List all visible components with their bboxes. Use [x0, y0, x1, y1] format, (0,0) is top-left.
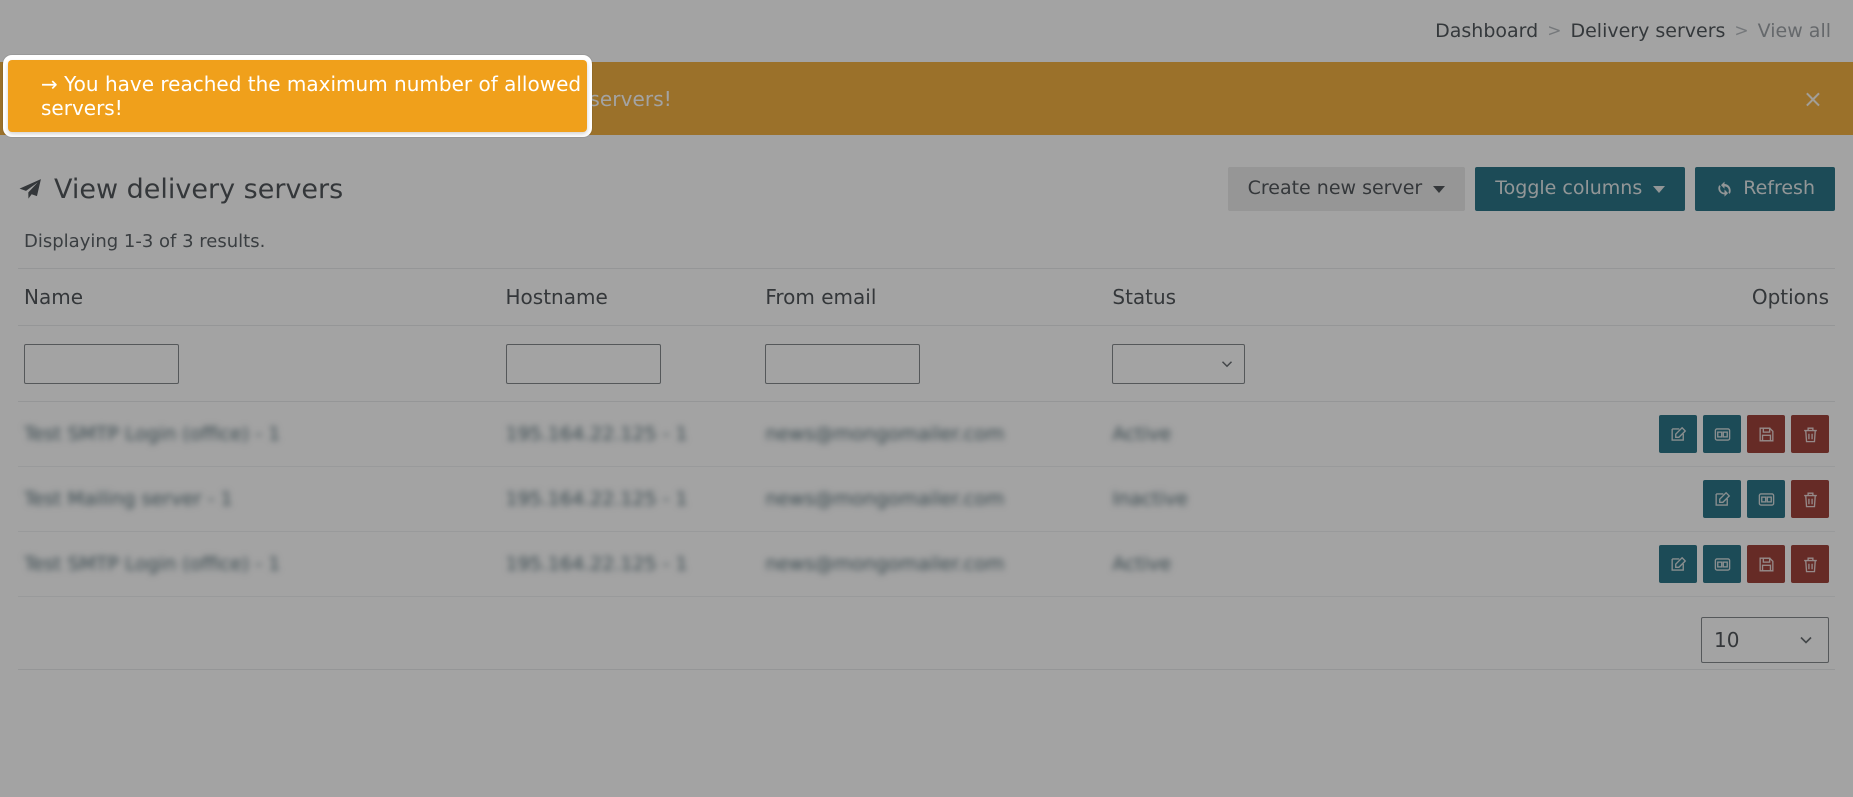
chevron-down-icon [1433, 185, 1446, 193]
delete-icon[interactable] [1791, 480, 1829, 518]
cell-from-email: news@mongomailer.com [759, 531, 1107, 597]
cell-name: Test SMTP Login (office) - 1 [18, 401, 500, 467]
create-new-server-label: Create new server [1247, 177, 1423, 200]
status-badge: Active [1112, 423, 1172, 445]
status-filter-select[interactable] [1112, 343, 1246, 384]
breadcrumb-separator: > [1547, 21, 1562, 41]
page-size-select[interactable]: 10 [1701, 617, 1829, 663]
results-count: Displaying 1-3 of 3 results. [24, 231, 266, 252]
filter-cell-hostname [499, 325, 760, 402]
column-header-name[interactable]: Name [18, 268, 500, 326]
column-header-hostname[interactable]: Hostname [499, 268, 760, 326]
delete-icon[interactable] [1791, 545, 1829, 583]
server-from-email: news@mongomailer.com [765, 423, 1005, 445]
column-header-options: Options [1542, 268, 1835, 326]
table-header-row: Name Hostname From email Status Options [18, 268, 1835, 326]
page-size-value: 10 [1714, 628, 1740, 652]
breadcrumb-item-delivery-servers[interactable]: Delivery servers [1570, 20, 1725, 42]
close-icon[interactable]: × [1803, 87, 1823, 111]
cell-status: Active [1106, 531, 1543, 597]
table-row: Test SMTP Login (office) - 1 195.164.22.… [18, 531, 1835, 597]
copy-icon[interactable] [1703, 545, 1741, 583]
save-icon[interactable] [1747, 415, 1785, 453]
edit-icon[interactable] [1703, 480, 1741, 518]
pagination-controls: 10 [18, 597, 1835, 663]
cell-options [1542, 466, 1835, 532]
refresh-button[interactable]: Refresh [1695, 167, 1835, 211]
panel-header: View delivery servers Create new server … [18, 135, 1835, 217]
panel-actions: Create new server Toggle columns Refresh [1227, 167, 1835, 211]
column-header-status[interactable]: Status [1106, 268, 1543, 326]
name-filter-input[interactable] [24, 343, 179, 384]
server-name: Test Mailing server - 1 [24, 488, 233, 510]
row-actions [1703, 480, 1829, 518]
server-from-email: news@mongomailer.com [765, 553, 1005, 575]
table-filter-row [18, 325, 1835, 402]
column-header-from-email[interactable]: From email [759, 268, 1107, 326]
create-new-server-button[interactable]: Create new server [1227, 167, 1466, 211]
breadcrumb-item-dashboard[interactable]: Dashboard [1435, 20, 1538, 42]
delete-icon[interactable] [1791, 415, 1829, 453]
edit-icon[interactable] [1659, 415, 1697, 453]
paper-plane-icon [18, 177, 43, 202]
page-title: View delivery servers [18, 174, 343, 205]
highlighted-alert-callout: → You have reached the maximum number of… [3, 55, 592, 137]
edit-icon[interactable] [1659, 545, 1697, 583]
server-hostname: 195.164.22.125 - 1 [505, 423, 688, 445]
filter-cell-status [1106, 325, 1543, 402]
breadcrumb: Dashboard > Delivery servers > View all [0, 0, 1853, 62]
server-hostname: 195.164.22.125 - 1 [505, 488, 688, 510]
chevron-down-icon [1796, 630, 1816, 650]
breadcrumb-separator: > [1734, 21, 1749, 41]
cell-options [1542, 401, 1835, 467]
cell-name: Test SMTP Login (office) - 1 [18, 531, 500, 597]
refresh-icon [1715, 180, 1734, 199]
cell-hostname: 195.164.22.125 - 1 [499, 401, 760, 467]
table-row: Test SMTP Login (office) - 1 195.164.22.… [18, 401, 1835, 467]
refresh-label: Refresh [1743, 177, 1815, 200]
filter-cell-options [1542, 325, 1835, 402]
server-name: Test SMTP Login (office) - 1 [24, 423, 281, 445]
server-from-email: news@mongomailer.com [765, 488, 1005, 510]
chevron-down-icon [1653, 185, 1666, 193]
status-badge: Active [1112, 553, 1172, 575]
status-badge: Inactive [1112, 488, 1188, 510]
toggle-columns-label: Toggle columns [1495, 177, 1643, 200]
cell-options [1542, 531, 1835, 597]
server-name: Test SMTP Login (office) - 1 [24, 553, 281, 575]
highlighted-alert-message: → You have reached the maximum number of… [41, 72, 582, 120]
filter-cell-name [18, 325, 500, 402]
breadcrumb-item-view-all: View all [1757, 20, 1831, 42]
delivery-servers-table: Name Hostname From email Status Options [18, 268, 1835, 597]
cell-hostname: 195.164.22.125 - 1 [499, 531, 760, 597]
copy-icon[interactable] [1747, 480, 1785, 518]
row-actions [1659, 545, 1829, 583]
cell-name: Test Mailing server - 1 [18, 466, 500, 532]
hostname-filter-input[interactable] [505, 343, 661, 384]
table-row: Test Mailing server - 1 195.164.22.125 -… [18, 466, 1835, 532]
filter-cell-from-email [759, 325, 1107, 402]
row-actions [1659, 415, 1829, 453]
content-panel: View delivery servers Create new server … [0, 135, 1853, 670]
footer-divider [18, 669, 1835, 670]
server-hostname: 195.164.22.125 - 1 [505, 553, 688, 575]
cell-hostname: 195.164.22.125 - 1 [499, 466, 760, 532]
cell-from-email: news@mongomailer.com [759, 401, 1107, 467]
toggle-columns-button[interactable]: Toggle columns [1475, 167, 1686, 211]
from-email-filter-input[interactable] [765, 343, 921, 384]
cell-from-email: news@mongomailer.com [759, 466, 1107, 532]
copy-icon[interactable] [1703, 415, 1741, 453]
page-title-text: View delivery servers [54, 173, 344, 205]
chevron-down-icon [1218, 355, 1236, 373]
save-icon[interactable] [1747, 545, 1785, 583]
highlighted-alert-box: → You have reached the maximum number of… [8, 60, 587, 132]
cell-status: Active [1106, 401, 1543, 467]
cell-status: Inactive [1106, 466, 1543, 532]
